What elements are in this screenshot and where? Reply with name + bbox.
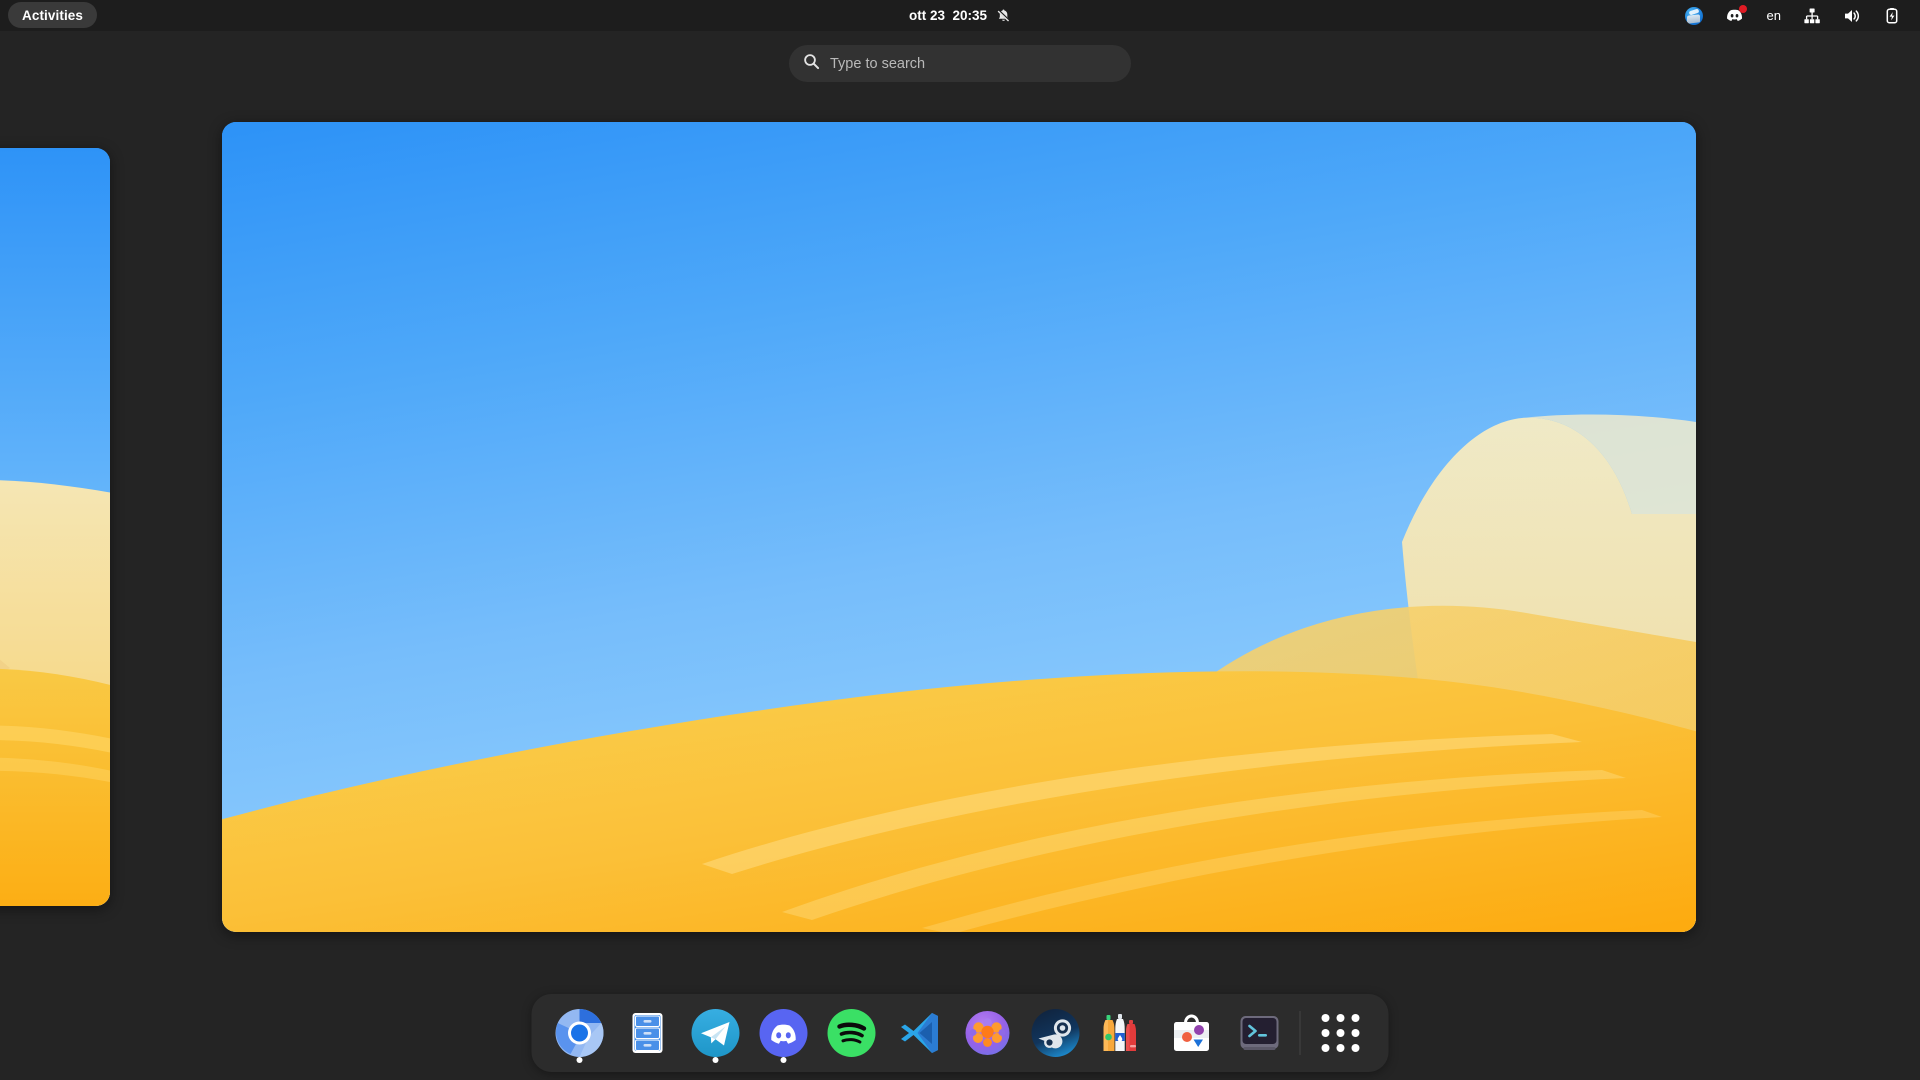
tray-app-icon[interactable]	[1674, 0, 1714, 31]
files-icon	[622, 1007, 674, 1059]
wired-network-icon[interactable]	[1792, 0, 1832, 31]
bell-slash-icon	[996, 8, 1011, 23]
dock-item-discord[interactable]	[750, 998, 818, 1068]
molecule-icon	[962, 1007, 1014, 1059]
running-indicator	[576, 1057, 583, 1063]
workspace-thumbnail-area	[0, 122, 1920, 932]
wallpaper-dune-left	[0, 148, 110, 906]
status-menu-area: en	[1674, 0, 1912, 31]
activities-label: Activities	[22, 7, 84, 23]
notification-badge	[1738, 4, 1747, 13]
workspace-current[interactable]	[222, 122, 1696, 932]
bottles-icon	[1098, 1007, 1150, 1059]
wallpaper-dune-main	[222, 122, 1696, 932]
search-placeholder: Type to search	[830, 55, 926, 72]
activities-button[interactable]: Activities	[8, 2, 98, 28]
workspace-previous[interactable]	[0, 148, 110, 906]
volume-icon[interactable]	[1832, 0, 1872, 31]
battery-charging-icon[interactable]	[1872, 0, 1912, 31]
dock	[531, 994, 1389, 1072]
spotify-icon	[826, 1007, 878, 1059]
app-grid-icon	[1321, 1014, 1360, 1052]
desktop-overview: Type to search Activities ott 23 20:35 e…	[0, 0, 1920, 1080]
keyboard-layout-indicator[interactable]: en	[1756, 0, 1792, 31]
search-container: Type to search	[0, 45, 1920, 82]
search-icon	[803, 53, 820, 75]
telegram-icon	[690, 1007, 742, 1059]
dock-item-blender[interactable]	[954, 998, 1022, 1068]
dock-item-chromium[interactable]	[546, 998, 614, 1068]
dock-item-steam[interactable]	[1022, 998, 1090, 1068]
chromium-icon	[554, 1007, 606, 1059]
clock-menu-button[interactable]: ott 23 20:35	[899, 0, 1021, 31]
dock-item-software[interactable]	[1158, 998, 1226, 1068]
software-bag-icon	[1166, 1007, 1218, 1059]
running-indicator	[712, 1057, 719, 1063]
clock-label: ott 23 20:35	[908, 8, 988, 23]
running-indicator	[780, 1057, 787, 1063]
dock-item-vscode[interactable]	[886, 998, 954, 1068]
top-panel: Activities ott 23 20:35 en	[0, 0, 1920, 31]
dock-item-files[interactable]	[614, 998, 682, 1068]
dock-item-bottles[interactable]	[1090, 998, 1158, 1068]
vscode-icon	[894, 1007, 946, 1059]
steam-icon	[1030, 1007, 1082, 1059]
discord-tray-icon[interactable]	[1714, 0, 1756, 31]
dock-item-terminal[interactable]	[1226, 998, 1294, 1068]
discord-icon	[758, 1007, 810, 1059]
dock-item-spotify[interactable]	[818, 998, 886, 1068]
dock-item-telegram[interactable]	[682, 998, 750, 1068]
search-input[interactable]: Type to search	[789, 45, 1131, 82]
show-applications-button[interactable]	[1307, 998, 1375, 1068]
dock-separator	[1299, 1011, 1301, 1055]
terminal-icon	[1234, 1007, 1286, 1059]
